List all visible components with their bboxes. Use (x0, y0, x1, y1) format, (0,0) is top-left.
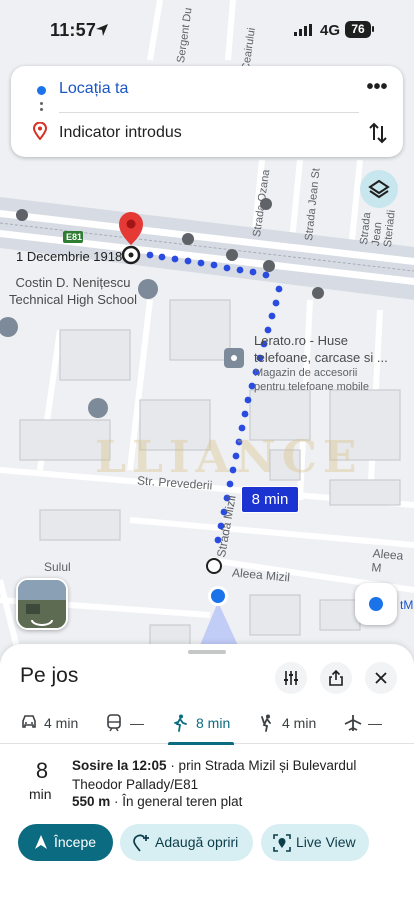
poi-subtitle: Magazin de accesorii pentru telefoane mo… (254, 367, 369, 393)
sheet-handle[interactable] (188, 650, 226, 654)
tab-driving[interactable]: 4 min (20, 702, 80, 744)
mode-label: 8 min (196, 715, 231, 731)
signal-icon (294, 24, 312, 36)
status-bar: 11:57 4G 76 (0, 0, 414, 58)
location-arrow-icon (96, 24, 108, 36)
watermark: LLIANCE (95, 432, 363, 483)
swap-icon[interactable] (365, 118, 391, 148)
arrival-time: Sosire la 12:05 (72, 758, 167, 773)
live-view-button[interactable]: Live View (261, 824, 369, 861)
street-label: Sulul (44, 560, 71, 574)
poi-name[interactable]: Lerato.ro - Huse telefoane, carcase si .… (254, 332, 394, 366)
duration-unit: min (29, 786, 52, 802)
close-button[interactable] (365, 662, 397, 694)
tab-transit[interactable]: — (106, 702, 146, 744)
road-shield-label: E81 (66, 232, 83, 242)
my-location-icon (369, 597, 383, 611)
pin-icon (33, 122, 47, 140)
start-button[interactable]: Începe (18, 824, 113, 861)
destination-field[interactable]: Indicator introdus (59, 124, 182, 142)
navigation-arrow-icon (35, 835, 47, 849)
tab-flight[interactable]: — (344, 702, 384, 744)
live-view-icon (273, 834, 291, 852)
walking-icon (174, 714, 187, 732)
mode-label: — (368, 715, 382, 731)
share-button[interactable] (320, 662, 352, 694)
clock: 11:57 (50, 20, 97, 40)
destination-row[interactable]: Indicator introdus (11, 114, 403, 154)
tab-ride[interactable]: 4 min (258, 702, 318, 744)
edge-label: tM (400, 598, 414, 612)
close-icon (375, 672, 387, 684)
add-stops-label: Adaugă opriri (155, 834, 239, 850)
tune-icon (284, 671, 298, 685)
add-location-icon (133, 834, 149, 852)
active-tab-indicator (168, 742, 234, 745)
mode-label: 4 min (282, 715, 317, 731)
origin-field[interactable]: Locația ta (59, 80, 128, 98)
my-location-button[interactable] (355, 583, 397, 625)
add-stops-button[interactable]: Adaugă opriri (120, 824, 253, 861)
transit-icon (107, 714, 121, 732)
tab-walking[interactable]: 8 min (168, 702, 234, 745)
more-options-button[interactable]: ••• (365, 77, 389, 100)
share-icon (329, 670, 343, 686)
start-label: Începe (54, 834, 97, 850)
route-summary[interactable]: Sosire la 12:05 · prin Strada Mizil și B… (72, 756, 392, 794)
travel-mode-tabs: 4 min — 8 min 4 min — (0, 702, 414, 745)
sheet-title: Pe jos (20, 664, 79, 687)
street-view-thumbnail[interactable] (16, 578, 68, 630)
destination-label: 1 Decembrie 1918 (16, 249, 123, 264)
route-time-badge: 8 min (241, 486, 299, 513)
school-label[interactable]: Costin D. Nenițescu Technical High Schoo… (3, 274, 143, 308)
route-card: Locația ta ••• Indicator introdus (11, 66, 403, 157)
route-options-button[interactable] (275, 662, 307, 694)
ride-icon (261, 714, 271, 732)
flight-icon (344, 715, 362, 731)
origin-dot-icon (37, 86, 46, 95)
directions-sheet: Pe jos 4 min — 8 min 4 min — 8 min Sosir… (0, 644, 414, 900)
live-view-label: Live View (296, 834, 356, 850)
action-buttons: Începe Adaugă opriri Live View (0, 824, 414, 862)
battery-icon: 76 (345, 21, 371, 38)
street-label: Aleea M (370, 546, 404, 575)
layers-icon (368, 179, 390, 199)
layers-button[interactable] (360, 170, 398, 208)
duration-value: 8 (35, 758, 49, 783)
terrain-info: · În general teren plat (110, 794, 243, 809)
route-distance: 550 m · În general teren plat (72, 794, 242, 809)
mode-label: — (130, 715, 144, 731)
car-icon (22, 715, 36, 728)
mode-label: 4 min (44, 715, 79, 731)
street-view-icon (18, 580, 66, 628)
origin-row[interactable]: Locația ta ••• (11, 70, 403, 110)
distance-value: 550 m (72, 794, 111, 809)
network-type: 4G (320, 22, 341, 39)
